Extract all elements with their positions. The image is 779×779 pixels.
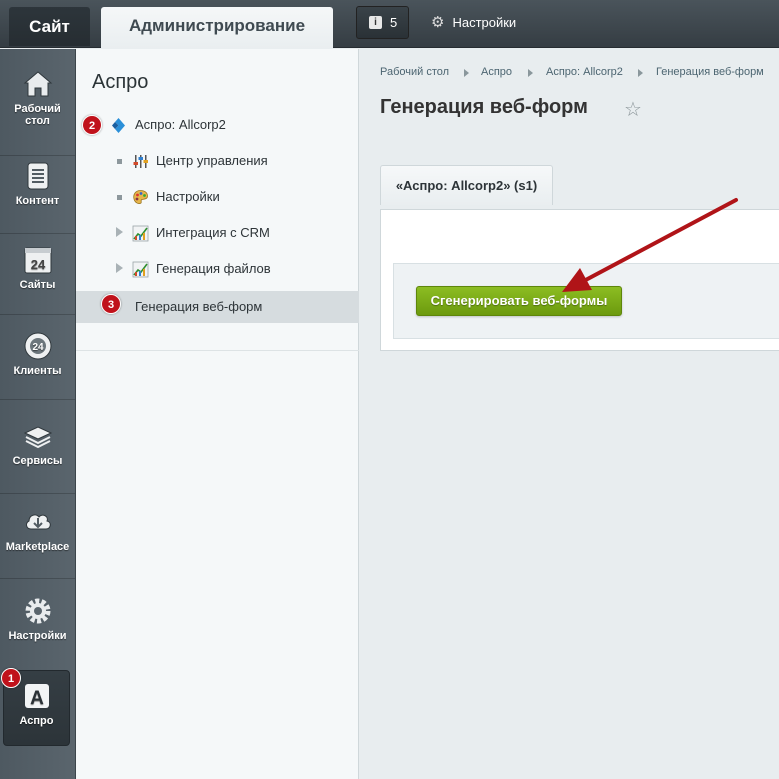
menu-item-label: Настройки	[8, 630, 67, 642]
tree-item-label: Центр управления	[156, 153, 268, 168]
tree-item-label: Генерация файлов	[156, 261, 271, 276]
svg-text:A: A	[30, 688, 44, 709]
notifications-button[interactable]: i 5	[356, 6, 409, 39]
menu-item-label: Сервисы	[12, 455, 63, 467]
aspro-a-icon: A	[24, 684, 49, 709]
main-content: Рабочий стол Аспро Аспро: Allcorp2 Генер…	[360, 49, 779, 779]
breadcrumb-aspro-allcorp2[interactable]: Аспро: Allcorp2	[546, 66, 623, 78]
page-title: Генерация веб-форм	[380, 96, 588, 118]
gear-icon: ⚙	[431, 14, 445, 31]
calendar-24-icon: 24	[24, 247, 51, 274]
menu-item-label: Контент	[15, 195, 60, 207]
tab-site[interactable]: Сайт	[9, 7, 90, 46]
bullet-icon	[117, 159, 122, 164]
gear-icon	[25, 598, 50, 624]
tree-item-control-center[interactable]: Центр управления	[76, 145, 359, 177]
menu-item-label: Клиенты	[13, 365, 62, 377]
aspro-logo-icon	[112, 118, 125, 133]
generate-webforms-button[interactable]: Сгенерировать веб-формы	[416, 286, 622, 316]
svg-text:24: 24	[30, 257, 45, 272]
step-badge-3: 3	[101, 294, 121, 314]
breadcrumb-desktop[interactable]: Рабочий стол	[380, 66, 449, 78]
tree-item-crm-integration[interactable]: Интеграция с CRM	[76, 217, 359, 249]
breadcrumb-arrow-icon	[528, 69, 533, 77]
menu-item-desktop[interactable]: Рабочий стол	[0, 69, 75, 127]
button-container: Сгенерировать веб-формы	[393, 263, 779, 339]
breadcrumb-arrow-icon	[464, 69, 469, 77]
breadcrumb-arrow-icon	[638, 69, 643, 77]
tree-item-label: Генерация веб-форм	[135, 299, 263, 314]
notifications-count: 5	[390, 15, 398, 30]
clients-24-icon: 24	[24, 332, 51, 360]
tab-administration[interactable]: Администрирование	[101, 7, 333, 49]
breadcrumb-current: Генерация веб-форм	[656, 66, 764, 78]
info-icon: i	[369, 16, 382, 29]
settings-link[interactable]: ⚙ Настройки	[431, 13, 516, 31]
settings-label: Настройки	[452, 15, 517, 30]
menu-item-settings[interactable]: Настройки	[0, 596, 75, 642]
cloud-download-icon	[25, 514, 51, 530]
bullet-icon	[117, 195, 122, 200]
sliders-icon	[133, 155, 148, 168]
menu-item-label: Marketplace	[5, 541, 70, 553]
home-icon	[23, 71, 52, 97]
expand-arrow-icon[interactable]	[116, 227, 123, 237]
menu-item-sites[interactable]: 24 Сайты	[0, 245, 75, 291]
favorite-star-icon[interactable]: ☆	[624, 97, 642, 122]
tree-item-label: Аспро: Allcorp2	[135, 117, 226, 132]
svg-text:24: 24	[32, 342, 44, 353]
chart-icon	[132, 261, 149, 278]
panel-title: Аспро	[92, 71, 149, 93]
tree-item-settings[interactable]: Настройки	[76, 181, 359, 213]
palette-icon	[133, 190, 148, 204]
menu-item-label: Рабочий стол	[14, 103, 61, 127]
menu-item-content[interactable]: Контент	[0, 161, 75, 207]
tree-item-file-generation[interactable]: Генерация файлов	[76, 253, 359, 285]
breadcrumb-aspro[interactable]: Аспро	[481, 66, 512, 78]
menu-item-services[interactable]: Сервисы	[0, 421, 75, 467]
tree-item-label: Интеграция с CRM	[156, 225, 270, 240]
document-icon	[27, 162, 48, 190]
layers-icon	[23, 426, 52, 449]
tree-item-label: Настройки	[156, 189, 220, 204]
menu-item-clients[interactable]: 24 Клиенты	[0, 331, 75, 377]
tree-item-aspro-allcorp2[interactable]: Аспро: Allcorp2	[76, 109, 359, 141]
menu-item-label: Сайты	[19, 279, 56, 291]
expand-arrow-icon[interactable]	[116, 263, 123, 273]
menu-item-marketplace[interactable]: Marketplace	[0, 507, 75, 553]
panel-divider	[76, 350, 359, 351]
step-badge-2: 2	[82, 115, 102, 135]
section-panel: Аспро Аспро: Allcorp2 Центр управления Н…	[76, 49, 359, 779]
step-badge-1: 1	[1, 668, 21, 688]
chart-icon	[132, 225, 149, 242]
menu-item-label: Аспро	[19, 715, 54, 727]
form-panel: Сгенерировать веб-формы	[380, 209, 779, 351]
top-bar: Сайт Администрирование i 5 ⚙ Настройки	[0, 0, 779, 49]
tab-site-s1[interactable]: «Аспро: Allcorp2» (s1)	[380, 165, 553, 205]
